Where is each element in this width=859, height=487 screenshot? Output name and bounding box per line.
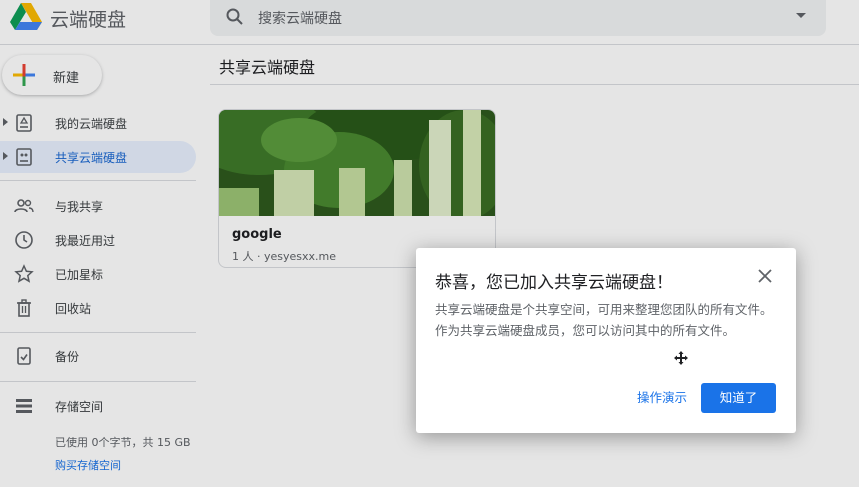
close-icon[interactable]	[756, 267, 774, 285]
drive-app: 云端硬盘 搜索云端硬盘 新建 我的云端硬盘 共享云端硬盘 与我共享 我最近用过 …	[0, 0, 859, 487]
dialog-body: 共享云端硬盘是个共享空间，可用来整理您团队的所有文件。作为共享云端硬盘成员，您可…	[435, 302, 773, 338]
move-cursor-icon	[674, 351, 688, 365]
dialog-title: 恭喜，您已加入共享云端硬盘！	[435, 273, 673, 293]
welcome-dialog: 恭喜，您已加入共享云端硬盘！ 共享云端硬盘是个共享空间，可用来整理您团队的所有文…	[416, 248, 796, 433]
demo-button[interactable]: 操作演示	[632, 383, 692, 413]
got-it-button[interactable]: 知道了	[701, 383, 776, 413]
